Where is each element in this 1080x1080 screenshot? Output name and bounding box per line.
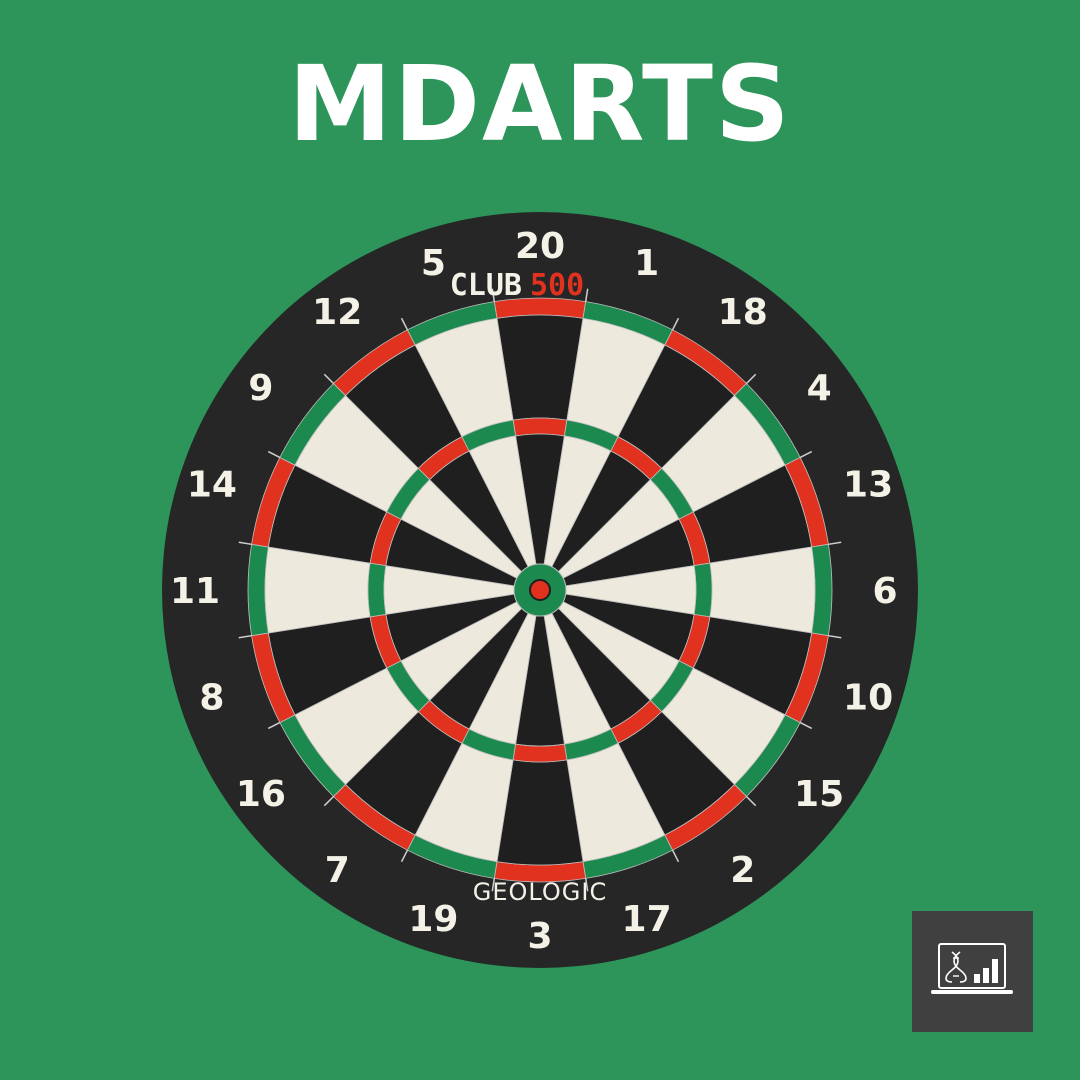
segment-number-14: 14	[187, 464, 237, 505]
segment-number-2: 2	[730, 850, 755, 891]
segment-number-1: 1	[634, 243, 659, 284]
segment-number-9: 9	[248, 368, 273, 409]
treble-ring-segment	[367, 562, 387, 618]
segment-number-18: 18	[718, 292, 768, 333]
brand-logo-tile	[912, 911, 1033, 1032]
segment-number-10: 10	[843, 678, 893, 719]
segment-number-11: 11	[170, 571, 220, 612]
segment-number-8: 8	[199, 678, 224, 719]
segment-number-16: 16	[236, 774, 286, 815]
segment-number-5: 5	[421, 243, 446, 284]
dartboard: 20 1 18 4 13 6 10 15 2 17 3 19 7 16 8 11 14 9 12 5 CLUB 500…	[162, 212, 918, 968]
segment-number-3: 3	[527, 916, 552, 957]
treble-ring-segment	[512, 417, 568, 437]
treble-ring-segment	[693, 562, 713, 618]
brand-500-label: 500	[530, 268, 584, 303]
treble-ring-segment	[512, 743, 568, 763]
laptop-dna-chart-icon	[931, 943, 1013, 994]
segment-number-15: 15	[794, 774, 844, 815]
segment-number-17: 17	[622, 899, 672, 940]
segment-number-12: 12	[312, 292, 362, 333]
brand-club-label: CLUB	[450, 268, 522, 303]
brand-geologic-label: GEOLOGIC	[473, 878, 608, 906]
segment-number-19: 19	[408, 899, 458, 940]
segment-number-13: 13	[843, 464, 893, 505]
segment-number-7: 7	[325, 850, 350, 891]
segment-number-20: 20	[515, 226, 565, 267]
bullseye	[529, 579, 551, 601]
page-title: MDARTS	[288, 43, 792, 165]
segment-number-4: 4	[807, 368, 832, 409]
segment-number-6: 6	[872, 571, 897, 612]
